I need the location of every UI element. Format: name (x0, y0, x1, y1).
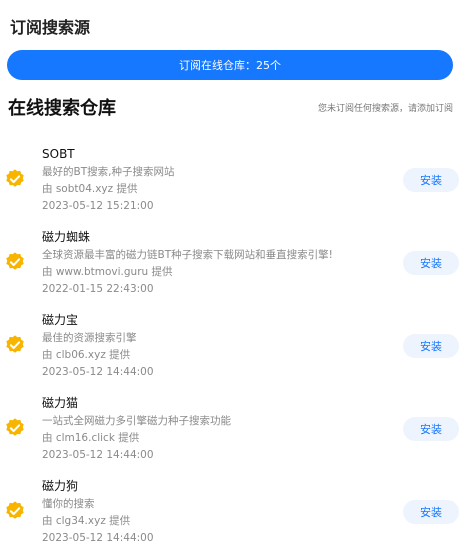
verified-badge-icon (6, 335, 24, 353)
repo-description: 全球资源最丰富的磁力链BT种子搜索下载网站和垂直搜索引擎! (42, 249, 333, 261)
repo-description: 懂你的搜索 (42, 498, 95, 510)
repo-timestamp: 2023-05-12 15:21:00 (42, 200, 154, 212)
repo-timestamp: 2022-01-15 22:43:00 (42, 283, 154, 295)
verified-badge-icon (6, 252, 24, 270)
repo-timestamp: 2023-05-12 14:44:00 (42, 449, 154, 461)
repo-provider: 由 www.btmovi.guru 提供 (42, 266, 173, 278)
repo-description: 一站式全网磁力多引擎磁力种子搜索功能 (42, 415, 231, 427)
subscription-count-label: 订阅在线仓库：25个 (179, 59, 281, 72)
verified-badge-icon (6, 418, 24, 436)
repo-timestamp: 2023-05-12 14:44:00 (42, 532, 154, 544)
section-title: 在线搜索仓库 (8, 98, 116, 119)
verified-badge-icon (6, 169, 24, 187)
repo-name: 磁力猫 (42, 396, 79, 410)
repo-name: 磁力狗 (42, 479, 79, 493)
subscription-banner[interactable]: 订阅在线仓库：25个 (7, 50, 453, 80)
repo-name: 磁力宝 (42, 313, 79, 327)
repo-description: 最好的BT搜索,种子搜索网站 (42, 166, 175, 178)
install-button[interactable]: 安装 (403, 500, 459, 524)
list-item: 磁力猫 一站式全网磁力多引擎磁力种子搜索功能 由 clm16.click 提供 … (0, 389, 467, 472)
repo-name: 磁力蜘蛛 (42, 230, 91, 244)
list-item: 磁力宝 最佳的资源搜索引擎 由 clb06.xyz 提供 2023-05-12 … (0, 306, 467, 389)
section-hint: 您未订阅任何搜索源，请添加订阅 (317, 104, 453, 114)
list-item: 磁力狗 懂你的搜索 由 clg34.xyz 提供 2023-05-12 14:4… (0, 472, 467, 549)
repo-provider: 由 clm16.click 提供 (42, 432, 140, 444)
repo-description: 最佳的资源搜索引擎 (42, 332, 137, 344)
repository-list: SOBT 最好的BT搜索,种子搜索网站 由 sobt04.xyz 提供 2023… (0, 140, 467, 549)
list-item: SOBT 最好的BT搜索,种子搜索网站 由 sobt04.xyz 提供 2023… (0, 140, 467, 223)
install-button[interactable]: 安装 (403, 417, 459, 441)
install-button[interactable]: 安装 (403, 251, 459, 275)
install-button[interactable]: 安装 (403, 334, 459, 358)
repo-provider: 由 clg34.xyz 提供 (42, 515, 131, 527)
repo-timestamp: 2023-05-12 14:44:00 (42, 366, 154, 378)
install-button[interactable]: 安装 (403, 168, 459, 192)
page-title: 订阅搜索源 (10, 18, 91, 37)
repo-name: SOBT (42, 147, 75, 161)
repo-provider: 由 clb06.xyz 提供 (42, 349, 131, 361)
verified-badge-icon (6, 501, 24, 519)
list-item: 磁力蜘蛛 全球资源最丰富的磁力链BT种子搜索下载网站和垂直搜索引擎! 由 www… (0, 223, 467, 306)
repo-provider: 由 sobt04.xyz 提供 (42, 183, 138, 195)
